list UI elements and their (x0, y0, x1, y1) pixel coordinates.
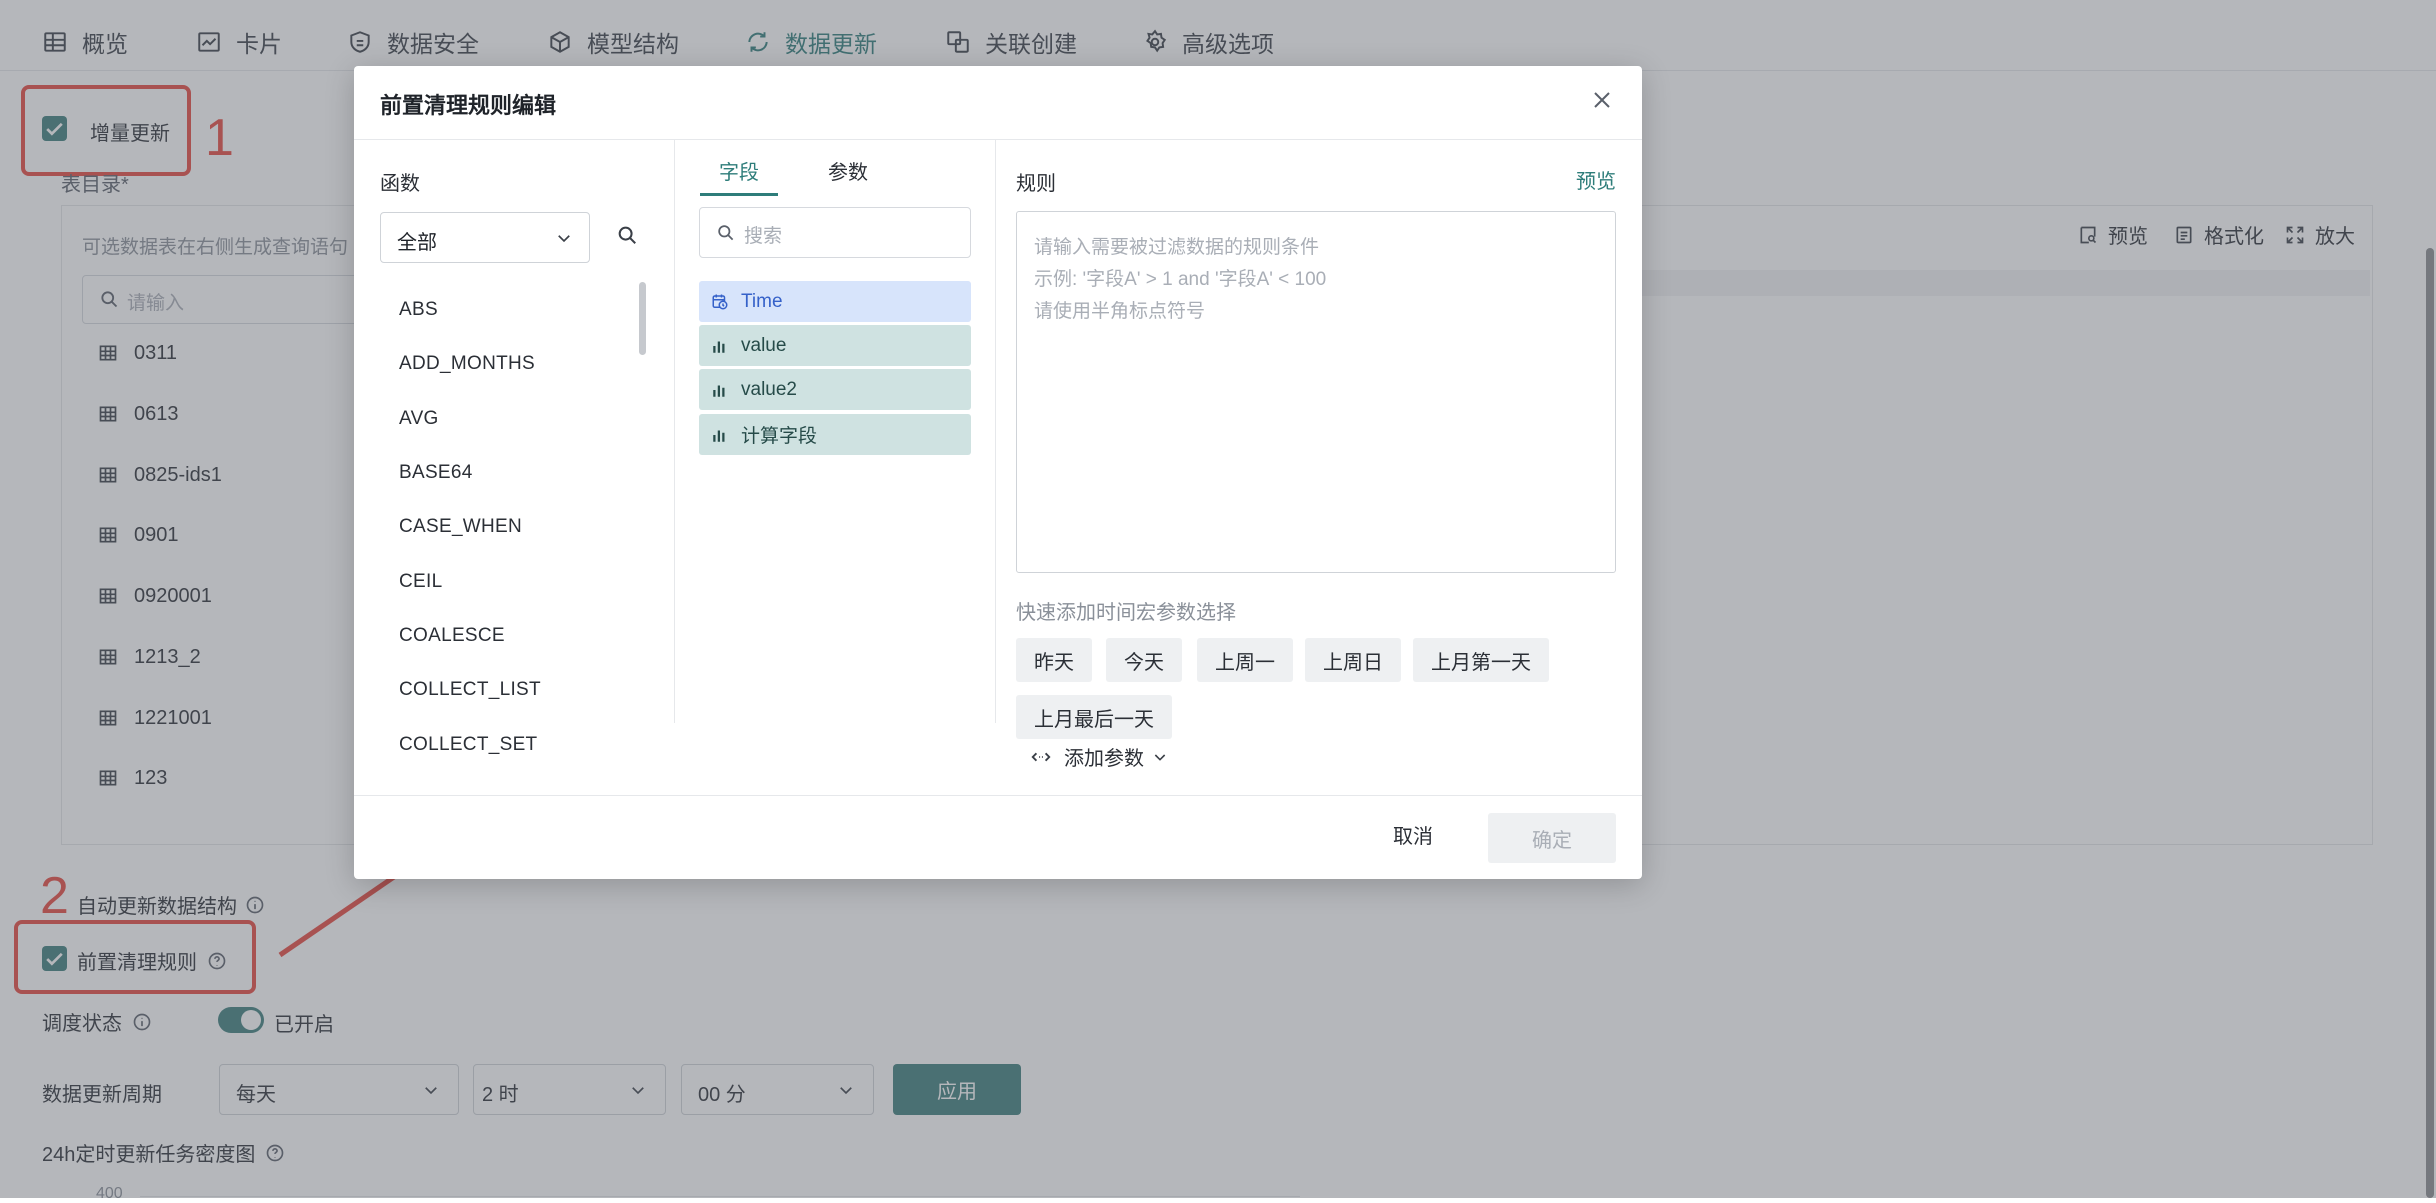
rule-placeholder-line: 示例: '字段A' > 1 and '字段A' < 100 (1034, 269, 1327, 290)
macro-chip-yesterday[interactable]: 昨天 (1016, 638, 1092, 682)
tab-fields[interactable]: 字段 (719, 156, 759, 185)
clock-calendar-icon (712, 294, 728, 309)
rule-preview-link[interactable]: 预览 (1576, 165, 1616, 194)
quick-time-macro-label: 快速添加时间宏参数选择 (1016, 602, 1236, 624)
bar-chart-icon (713, 385, 725, 397)
modal-title: 前置清理规则编辑 (380, 93, 557, 118)
column-divider (995, 139, 996, 723)
confirm-button[interactable]: 确定 (1488, 813, 1616, 863)
modal-footer-divider (354, 795, 1642, 796)
modal-header-divider (354, 139, 1642, 140)
macro-chip-last-month-first-day[interactable]: 上月第一天 (1413, 638, 1549, 682)
function-item[interactable]: CEIL (399, 571, 442, 593)
bar-chart-icon (713, 430, 725, 442)
cancel-button[interactable]: 取消 (1378, 814, 1448, 854)
chevron-down-icon (1154, 753, 1166, 761)
functions-title: 函数 (380, 173, 420, 195)
search-icon (718, 225, 734, 241)
field-search-input[interactable]: 搜索 (699, 207, 971, 258)
function-item[interactable]: COLLECT_LIST (399, 679, 541, 701)
field-item-computed[interactable]: 计算字段 (699, 414, 971, 455)
rule-placeholder-line: 请输入需要被过滤数据的规则条件 (1034, 237, 1320, 258)
rule-placeholder-line: 请使用半角标点符号 (1034, 301, 1206, 322)
pre-clean-rule-modal: 前置清理规则编辑 函数 全部 ABS ADD_MONTHS AVG BASE64… (354, 66, 1642, 879)
function-item[interactable]: CASE_WHEN (399, 516, 522, 538)
function-item[interactable]: ABS (399, 299, 438, 321)
add-param-dropdown[interactable]: 添加参数 (1030, 742, 1168, 771)
function-item[interactable]: ADD_MONTHS (399, 353, 535, 375)
field-item-value2[interactable]: value2 (699, 369, 971, 410)
tab-params[interactable]: 参数 (828, 156, 868, 185)
function-item[interactable]: BASE64 (399, 462, 473, 484)
rule-title: 规则 (1016, 173, 1056, 195)
chevron-down-icon (558, 235, 570, 243)
macro-chip-last-sunday[interactable]: 上周日 (1305, 638, 1401, 682)
search-icon[interactable] (616, 224, 638, 246)
function-category-select[interactable]: 全部 (380, 212, 590, 263)
function-item[interactable]: AVG (399, 408, 439, 430)
macro-chip-today[interactable]: 今天 (1106, 638, 1182, 682)
active-tab-underline (700, 193, 778, 196)
macro-chip-last-month-last-day[interactable]: 上月最后一天 (1016, 695, 1172, 739)
function-item[interactable]: COALESCE (399, 625, 505, 647)
column-divider (674, 139, 675, 723)
function-item[interactable]: COLLECT_SET (399, 734, 537, 756)
macro-chip-last-monday[interactable]: 上周一 (1197, 638, 1293, 682)
close-icon[interactable] (1590, 88, 1614, 112)
function-list-scrollbar[interactable] (639, 282, 646, 355)
field-item-time[interactable]: Time (699, 281, 971, 322)
field-item-value[interactable]: value (699, 325, 971, 366)
bar-chart-icon (713, 341, 725, 353)
code-arrows-icon (1031, 752, 1051, 761)
